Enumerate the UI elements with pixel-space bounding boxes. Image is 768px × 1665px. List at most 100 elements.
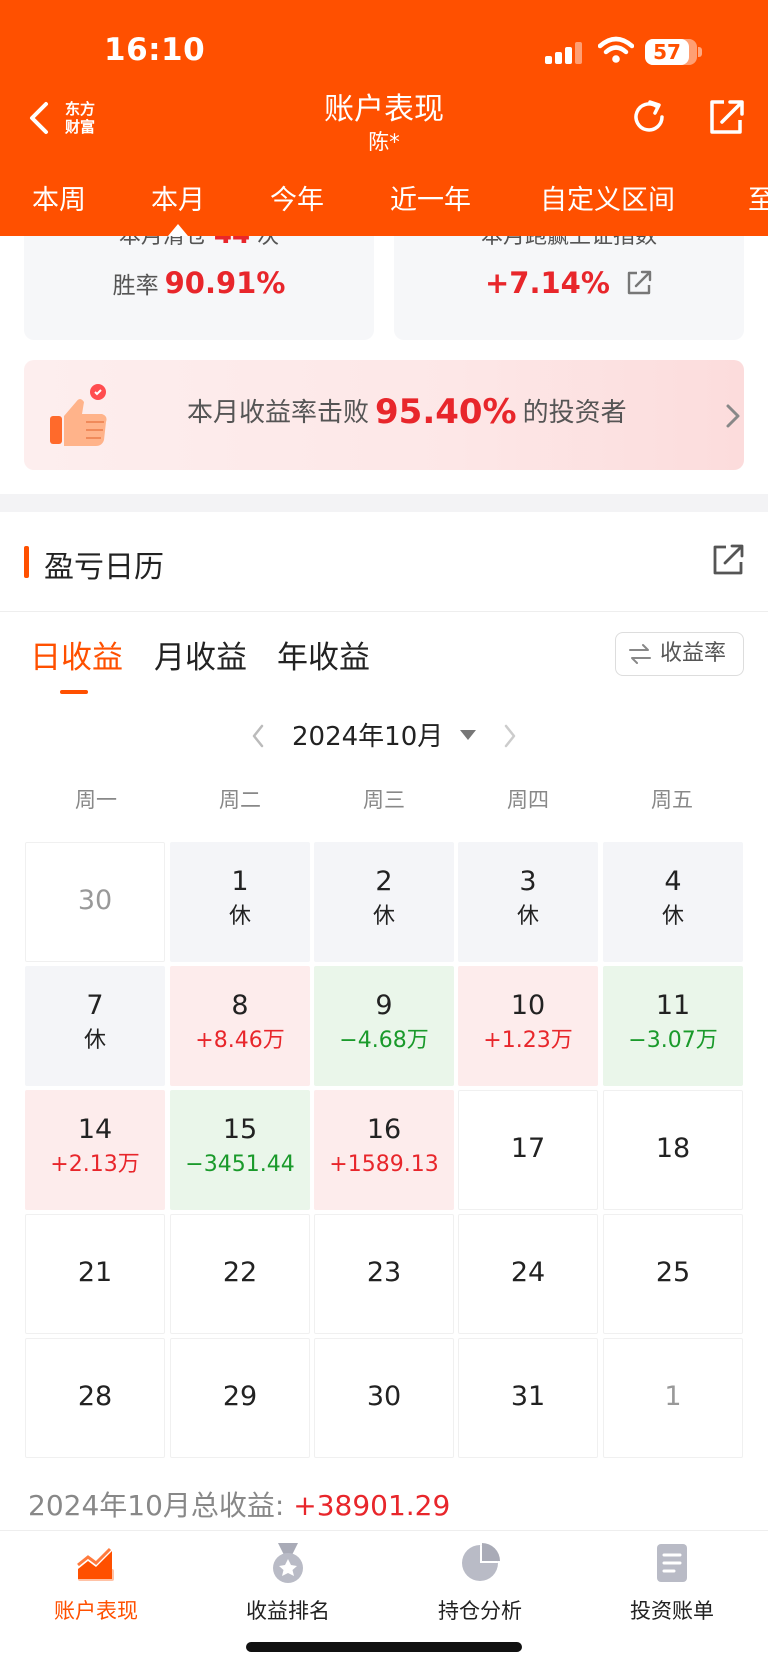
- day-number: 8: [231, 990, 249, 1021]
- share-icon[interactable]: [710, 542, 746, 578]
- chevron-left-icon[interactable]: [250, 722, 266, 750]
- calendar-day-cell[interactable]: 29: [170, 1338, 310, 1458]
- calendar-day-cell[interactable]: 21: [25, 1214, 165, 1334]
- day-number: 30: [366, 1381, 402, 1412]
- beat-text: 本月收益率击败 95.40% 的投资者: [187, 392, 627, 432]
- period-tabs: 本周 本月 今年 近一年 自定义区间 至: [0, 172, 768, 228]
- day-number: 22: [222, 1257, 258, 1288]
- home-indicator: [246, 1642, 522, 1652]
- weekday-label: 周三: [363, 788, 405, 812]
- rate-toggle-label: 收益率: [660, 641, 727, 666]
- calendar-day-cell[interactable]: 30: [314, 1338, 454, 1458]
- nav-label: 收益排名: [246, 1599, 330, 1623]
- day-number: 14: [77, 1114, 113, 1145]
- dropdown-triangle-icon[interactable]: [460, 730, 476, 740]
- calendar-section-header: 盈亏日历: [0, 512, 768, 612]
- nav-label: 账户表现: [54, 1599, 138, 1623]
- calendar-day-cell[interactable]: 3休: [458, 842, 598, 962]
- day-number: 23: [366, 1257, 402, 1288]
- weekday-label: 周四: [507, 788, 549, 812]
- calendar-day-cell[interactable]: 8 +8.46万: [170, 966, 310, 1086]
- day-number: 17: [510, 1133, 546, 1164]
- calendar-day-cell[interactable]: 31: [458, 1338, 598, 1458]
- calendar-day-cell[interactable]: 15 −3451.44: [170, 1090, 310, 1210]
- beat-prefix: 本月收益率击败: [187, 398, 370, 428]
- calendar-day-cell[interactable]: 28: [25, 1338, 165, 1458]
- day-profit: +1589.13: [329, 1152, 439, 1177]
- winrate-label: 胜率: [112, 273, 159, 299]
- day-number: 9: [375, 990, 393, 1021]
- month-total-line: 2024年10月总收益: +38901.29: [28, 1484, 450, 1524]
- excess-line: +7.14%: [394, 266, 744, 300]
- nav-investment-bill[interactable]: 投资账单: [576, 1541, 768, 1625]
- day-number: 10: [510, 990, 546, 1021]
- trend-chart-icon: [77, 1547, 114, 1581]
- tab-since-inception[interactable]: 至: [748, 178, 768, 217]
- day-number: 25: [655, 1257, 691, 1288]
- nav-holdings-analysis[interactable]: 持仓分析: [384, 1541, 576, 1625]
- tab-custom-range[interactable]: 自定义区间: [540, 178, 675, 217]
- day-number: 1: [664, 1381, 682, 1412]
- day-profit: −3451.44: [185, 1152, 295, 1177]
- section-divider: [0, 494, 768, 512]
- calendar-day-cell[interactable]: 18: [603, 1090, 743, 1210]
- day-number: 28: [77, 1381, 113, 1412]
- active-tab-indicator: [168, 224, 188, 236]
- calendar-day-cell[interactable]: 4休: [603, 842, 743, 962]
- day-number: 18: [655, 1133, 691, 1164]
- calendar-day-cell[interactable]: 9 −4.68万: [314, 966, 454, 1086]
- month-label[interactable]: 2024年10月: [292, 716, 443, 753]
- battery-level: 57: [653, 40, 681, 64]
- calendar-day-cell[interactable]: 14 +2.13万: [25, 1090, 165, 1210]
- tab-this-week[interactable]: 本周: [32, 178, 86, 217]
- status-time: 16:10: [104, 32, 206, 68]
- calendar-day-cell[interactable]: 23: [314, 1214, 454, 1334]
- thumbs-up-icon: [50, 384, 107, 446]
- cell-signal-icon: [545, 42, 585, 64]
- calendar-day-cell[interactable]: 10 +1.23万: [458, 966, 598, 1086]
- tab-this-year[interactable]: 今年: [270, 178, 324, 217]
- tab-last-year[interactable]: 近一年: [390, 178, 471, 217]
- calendar-day-cell[interactable]: 17: [458, 1090, 598, 1210]
- calendar-day-cell[interactable]: 1休: [170, 842, 310, 962]
- share-icon[interactable]: [625, 269, 653, 297]
- calendar-day-cell[interactable]: 16 +1589.13: [314, 1090, 454, 1210]
- nav-account-performance[interactable]: 账户表现: [0, 1541, 192, 1625]
- day-profit: +2.13万: [50, 1152, 140, 1177]
- day-number: 24: [510, 1257, 546, 1288]
- refresh-icon[interactable]: [628, 96, 670, 138]
- calendar-day-cell[interactable]: 7休: [25, 966, 165, 1086]
- tab-yearly-profit[interactable]: 年收益: [277, 632, 370, 677]
- day-profit: −4.68万: [339, 1028, 429, 1053]
- calendar-day-cell[interactable]: 25: [603, 1214, 743, 1334]
- weekday-label: 周五: [651, 788, 693, 812]
- chevron-right-icon[interactable]: [502, 722, 518, 750]
- nav-label: 持仓分析: [438, 1599, 522, 1623]
- calendar-day-cell[interactable]: 24: [458, 1214, 598, 1334]
- tab-daily-profit[interactable]: 日收益: [30, 632, 123, 677]
- day-number: 16: [366, 1114, 402, 1145]
- calendar-day-cell[interactable]: 2休: [314, 842, 454, 962]
- tab-this-month[interactable]: 本月: [151, 178, 205, 217]
- calendar-day-cell[interactable]: 1: [603, 1338, 743, 1458]
- total-value: +38901.29: [293, 1489, 451, 1522]
- day-number: 31: [510, 1381, 546, 1412]
- nav-profit-ranking[interactable]: 收益排名: [192, 1541, 384, 1625]
- day-profit: −3.07万: [628, 1028, 718, 1053]
- share-icon[interactable]: [706, 96, 746, 138]
- battery-icon: 57: [645, 39, 697, 65]
- calendar-day-cell[interactable]: 11 −3.07万: [603, 966, 743, 1086]
- battery-tip: [698, 47, 702, 57]
- beat-investors-banner[interactable]: 本月收益率击败 95.40% 的投资者: [24, 360, 744, 470]
- holiday-mark: 休: [83, 1028, 106, 1053]
- calendar-day-cell[interactable]: 30: [25, 842, 165, 962]
- holiday-mark: 休: [372, 904, 395, 929]
- day-number: 7: [86, 990, 104, 1021]
- calendar-day-cell[interactable]: 22: [170, 1214, 310, 1334]
- section-title: 盈亏日历: [44, 550, 164, 585]
- rate-toggle-button[interactable]: 收益率: [615, 632, 744, 676]
- tab-monthly-profit[interactable]: 月收益: [154, 632, 247, 677]
- wifi-icon: [598, 36, 634, 63]
- app-header: 16:10 57 东方 财富 账户表现 陈* 本周 本月 今年 近一年 自定义区…: [0, 0, 768, 236]
- month-navigator: 2024年10月: [0, 712, 768, 762]
